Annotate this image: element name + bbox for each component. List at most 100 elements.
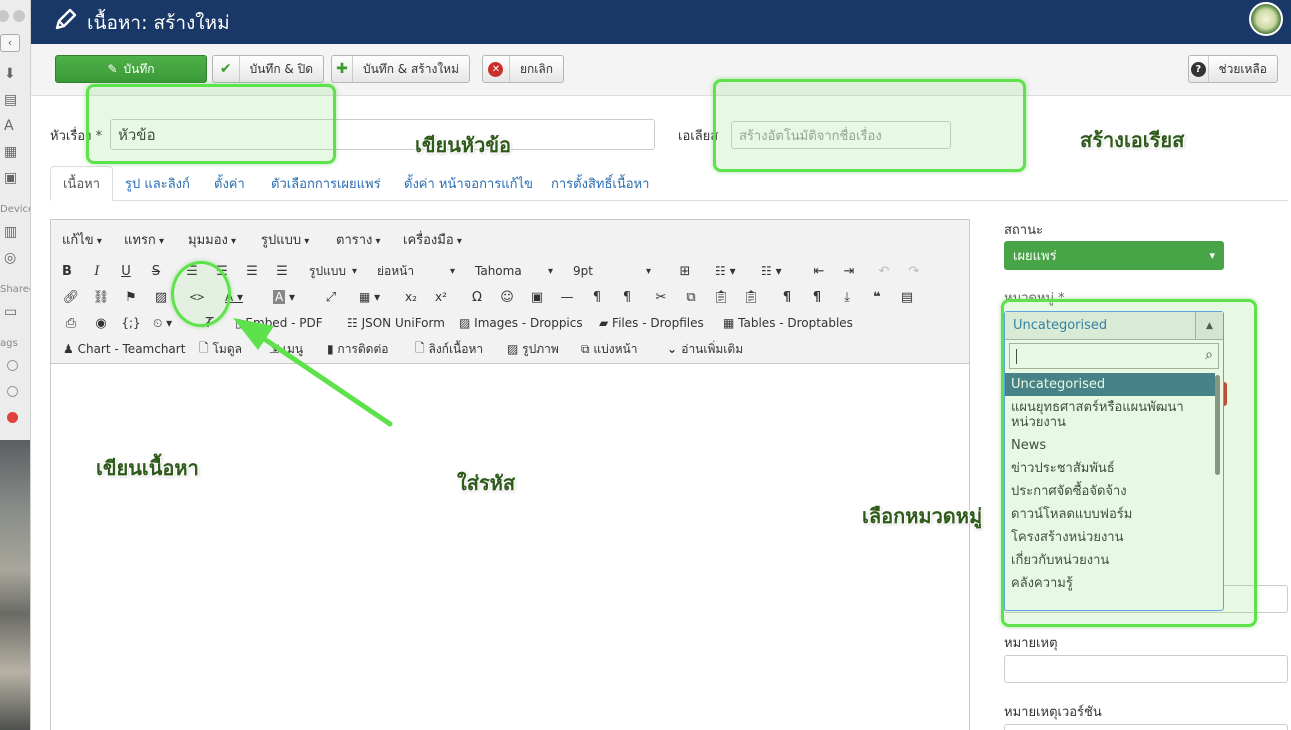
image-button[interactable]: ▨ รูปภาพ	[503, 338, 563, 360]
menu-button[interactable]: ⇲ เมนู	[265, 338, 307, 360]
align-justify-icon[interactable]: ☰	[270, 260, 294, 282]
dropfiles-button[interactable]: ▰ Files - Dropfiles	[595, 312, 708, 334]
align-right-icon[interactable]: ☰	[240, 260, 264, 282]
rtl-icon[interactable]: ¶	[615, 286, 639, 308]
clear-format-icon[interactable]: T̸	[197, 312, 221, 334]
find-replace-icon[interactable]: ⊞	[673, 260, 697, 282]
chevron-up-icon[interactable]: ▲	[1195, 312, 1223, 339]
droptables-button[interactable]: ▦ Tables - Droptables	[719, 312, 857, 334]
indent-icon[interactable]: ⇥	[837, 260, 861, 282]
underline-icon[interactable]: U	[114, 260, 138, 282]
numbered-list-icon[interactable]: ☷ ▾	[757, 260, 786, 282]
document-icon[interactable]: ▣	[4, 170, 20, 186]
back-icon[interactable]: ‹	[0, 34, 20, 52]
cut-icon[interactable]: ✂	[649, 286, 673, 308]
tab-content[interactable]: เนื้อหา	[50, 166, 114, 201]
template-icon[interactable]: ▤	[895, 286, 919, 308]
superscript-icon[interactable]: x²	[429, 286, 453, 308]
save-new-button[interactable]: ✚ บันทึก & สร้างใหม่	[331, 55, 470, 83]
emoticons-icon[interactable]: ☺	[495, 286, 519, 308]
special-char-icon[interactable]: Ω	[465, 286, 489, 308]
tag-dot[interactable]	[7, 386, 18, 397]
window-control[interactable]	[13, 10, 25, 22]
teamchart-button[interactable]: ♟ Chart - Teamchart	[59, 338, 189, 360]
menu-format[interactable]: รูปแบบ	[261, 229, 309, 250]
editor-content-area[interactable]	[51, 365, 969, 730]
show-blocks-icon[interactable]: ¶	[805, 286, 829, 308]
blockquote-icon[interactable]: ❝	[865, 286, 889, 308]
menu-edit[interactable]: แก้ไข	[62, 229, 102, 250]
computer-icon[interactable]: ▭	[4, 304, 20, 320]
window-control[interactable]	[0, 10, 9, 22]
droppics-button[interactable]: ▨ Images - Droppics	[455, 312, 587, 334]
note-input[interactable]	[1004, 655, 1288, 683]
align-left-icon[interactable]: ☰	[180, 260, 204, 282]
module-button[interactable]: 🗋︎ โมดูล	[195, 338, 246, 360]
insert-icon[interactable]: ⤓	[835, 286, 859, 308]
article-link-button[interactable]: 🗋︎ ลิงก์เนื้อหา	[411, 338, 487, 360]
json-uniform-button[interactable]: ☷ JSON UniForm	[343, 312, 449, 334]
contact-button[interactable]: ▮ การติดต่อ	[323, 338, 392, 360]
copy-icon[interactable]: ⧉	[679, 286, 703, 308]
tab-permissions[interactable]: การตั้งสิทธิ์เนื้อหา	[539, 166, 661, 201]
visual-chars-icon[interactable]: ¶	[775, 286, 799, 308]
image-icon[interactable]: ▨	[149, 286, 173, 308]
version-note-input[interactable]	[1004, 724, 1288, 730]
tab-images-links[interactable]: รูป และลิงก์	[113, 166, 202, 201]
category-option[interactable]: News	[1005, 434, 1215, 457]
cancel-button[interactable]: ✕ ยกเลิก	[482, 55, 564, 83]
dropdown-scrollbar[interactable]	[1215, 375, 1220, 475]
menu-tools[interactable]: เครื่องมือ	[403, 229, 462, 250]
redo-icon[interactable]: ↷	[902, 260, 926, 282]
bullet-list-icon[interactable]: ☷ ▾	[711, 260, 740, 282]
italic-icon[interactable]: I	[85, 260, 109, 282]
text-color-icon[interactable]: A ▾	[221, 286, 247, 308]
title-input[interactable]: หัวข้อ	[110, 119, 655, 150]
paste-icon[interactable]: 📋︎	[709, 286, 733, 308]
tag-dot[interactable]	[7, 360, 18, 371]
pagebreak-button[interactable]: ⧉ แบ่งหน้า	[577, 338, 641, 360]
desktop-icon[interactable]: ▤	[4, 92, 20, 108]
help-button[interactable]: ? ช่วยเหลือ	[1188, 55, 1278, 83]
fullscreen-icon[interactable]: ⤢	[319, 286, 343, 308]
unlink-icon[interactable]: ⛓	[89, 286, 113, 308]
bold-icon[interactable]: B	[55, 260, 79, 282]
menu-insert[interactable]: แทรก	[124, 229, 164, 250]
preview-icon[interactable]: ◉	[89, 312, 113, 334]
media-icon[interactable]: ▣	[525, 286, 549, 308]
undo-icon[interactable]: ↶	[872, 260, 896, 282]
link-icon[interactable]: 🔗︎	[59, 286, 83, 308]
font-family-select[interactable]: Tahoma	[471, 260, 557, 282]
category-search-input[interactable]: ⌕	[1009, 343, 1219, 369]
download-icon[interactable]: ⬇	[4, 66, 20, 82]
category-option[interactable]: ดาวน์โหลดแบบฟอร์ม	[1005, 503, 1215, 526]
readmore-button[interactable]: ⌄ อ่านเพิ่มเติม	[663, 338, 747, 360]
print-icon[interactable]: ⎙	[59, 312, 83, 334]
category-option[interactable]: โครงสร้างหน่วยงาน	[1005, 526, 1215, 549]
tab-publishing[interactable]: ตัวเลือกการเผยแพร่	[259, 166, 393, 201]
subscript-icon[interactable]: x₂	[399, 286, 423, 308]
paste-text-icon[interactable]: 📋︎	[739, 286, 763, 308]
tab-editing-layout[interactable]: ตั้งค่า หน้าจอการแก้ไข	[392, 166, 545, 201]
disc-icon[interactable]: ◎	[4, 250, 20, 266]
table-icon[interactable]: ▦ ▾	[355, 286, 384, 308]
menu-table[interactable]: ตาราง	[336, 229, 381, 250]
movies-icon[interactable]: ▦	[4, 144, 20, 160]
ltr-icon[interactable]: ¶	[585, 286, 609, 308]
category-selected[interactable]: Uncategorised	[1005, 312, 1223, 340]
category-option[interactable]: ข่าวประชาสัมพันธ์	[1005, 457, 1215, 480]
category-option[interactable]: แผนยุทธศาสตร์หรือแผนพัฒนาหน่วยงาน	[1005, 396, 1215, 434]
category-option[interactable]: ประกาศจัดซื้อจัดจ้าง	[1005, 480, 1215, 503]
background-color-icon[interactable]: A ▾	[269, 286, 299, 308]
horizontal-rule-icon[interactable]: —	[555, 286, 579, 308]
format-select[interactable]: รูปแบบ	[305, 260, 361, 282]
tag-dot-red[interactable]	[7, 412, 18, 423]
paragraph-select[interactable]: ย่อหน้า	[373, 260, 459, 282]
save-close-button[interactable]: ✔ บันทึก & ปิด	[212, 55, 324, 83]
anchor-icon[interactable]: ⚑	[119, 286, 143, 308]
save-button[interactable]: ✎ บันทึก	[55, 55, 207, 83]
tab-options[interactable]: ตั้งค่า	[202, 166, 257, 201]
source-code-icon[interactable]: <>	[185, 286, 209, 308]
category-option[interactable]: Uncategorised	[1005, 373, 1215, 396]
font-size-select[interactable]: 9pt	[569, 260, 655, 282]
